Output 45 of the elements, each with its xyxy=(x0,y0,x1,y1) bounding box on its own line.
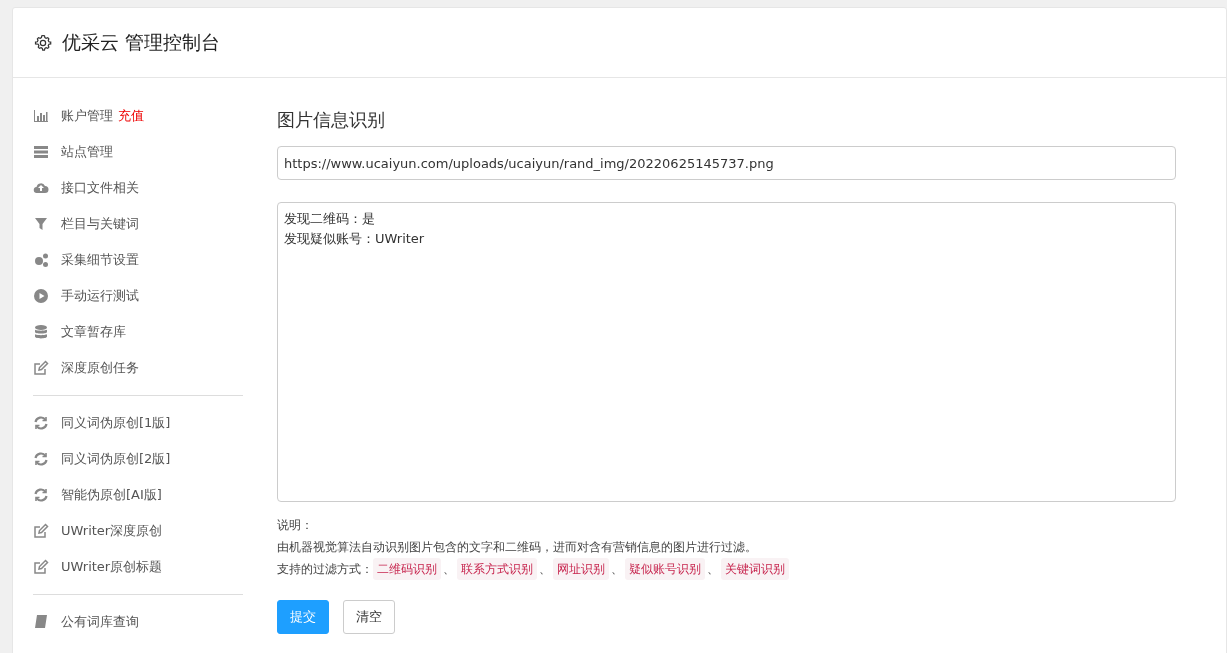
sidebar-item[interactable]: 站点管理 xyxy=(33,134,243,170)
cloud-upload-icon xyxy=(33,180,49,196)
sidebar-item[interactable]: UWriter原创标题 xyxy=(33,549,243,585)
url-input-field[interactable]: https://www.ucaiyun.com/uploads/ucaiyun/rand_img/20220625145737.png xyxy=(277,146,1176,180)
separator-mark: 、 xyxy=(443,561,455,578)
refresh-icon xyxy=(33,451,49,467)
refresh-icon xyxy=(33,415,49,431)
separator-mark: 、 xyxy=(707,561,719,578)
result-text-area[interactable]: 发现二维码：是 发现疑似账号：UWriter xyxy=(277,202,1176,502)
sidebar-item[interactable]: 公有词库查询 xyxy=(33,604,243,640)
console-title: 优采云 管理控制台 xyxy=(62,29,221,55)
sidebar-item[interactable]: 采集细节设置 xyxy=(33,242,243,278)
server-icon xyxy=(33,144,49,160)
filter-tag: 二维码识别 xyxy=(373,558,441,580)
settings-icon xyxy=(34,33,52,52)
separator-mark: 、 xyxy=(611,561,623,578)
filters-label: 支持的过滤方式： xyxy=(277,561,373,578)
sidebar-item[interactable]: 同义词伪原创[1版] xyxy=(33,405,243,441)
recharge-link[interactable]: 充值 xyxy=(118,107,144,125)
sidebar-item[interactable]: 手动运行测试 xyxy=(33,278,243,314)
bar-chart-icon xyxy=(33,108,49,124)
notes-heading: 说明： xyxy=(277,517,314,534)
filter-tag: 网址识别 xyxy=(553,558,609,580)
sidebar-item[interactable]: 账户管理 充值 xyxy=(33,98,243,134)
filter-tag: 关键词识别 xyxy=(721,558,789,580)
play-icon xyxy=(33,288,49,304)
clear-button[interactable]: 清空 xyxy=(343,600,395,634)
sidebar-item[interactable]: UWriter深度原创 xyxy=(33,513,243,549)
database-icon xyxy=(33,324,49,340)
refresh-icon xyxy=(33,487,49,503)
sidebar-item[interactable]: 接口文件相关 xyxy=(33,170,243,206)
sidebar-item[interactable]: 文章暂存库 xyxy=(33,314,243,350)
edit-icon xyxy=(33,360,49,376)
sidebar-item[interactable]: 深度原创任务 xyxy=(33,350,243,386)
description-text: 由机器视觉算法自动识别图片包含的文字和二维码，进而对含有营销信息的图片进行过滤。 xyxy=(277,539,758,556)
separator-mark: 、 xyxy=(539,561,551,578)
edit-icon xyxy=(33,559,49,575)
filter-tag: 疑似账号识别 xyxy=(625,558,705,580)
sidebar-item[interactable]: 栏目与关键词 xyxy=(33,206,243,242)
filter-icon xyxy=(33,216,49,232)
sidebar-item[interactable]: 同义词伪原创[2版] xyxy=(33,441,243,477)
section-title: 图片信息识别 xyxy=(277,108,386,132)
filter-tag: 联系方式识别 xyxy=(457,558,537,580)
edit-icon xyxy=(33,523,49,539)
sidebar-item[interactable]: 智能伪原创[AI版] xyxy=(33,477,243,513)
